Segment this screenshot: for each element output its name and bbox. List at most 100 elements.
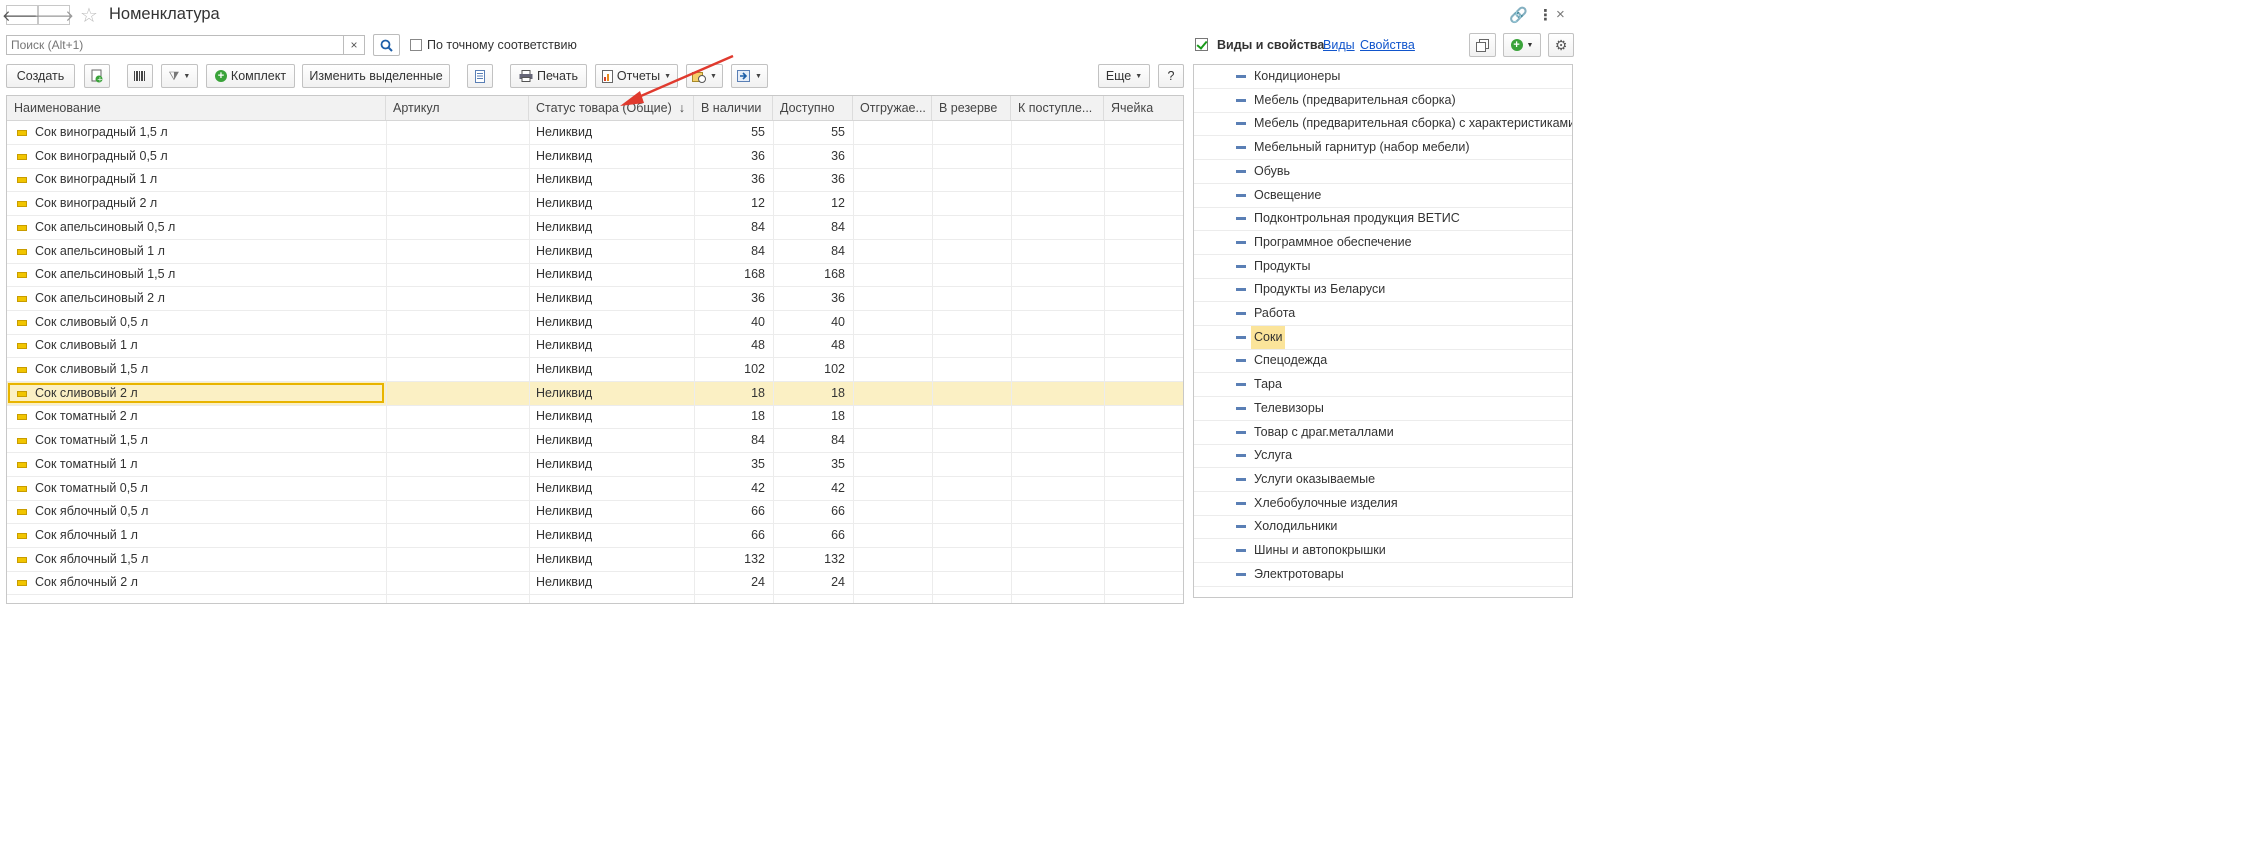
list-item[interactable]: Освещение — [1194, 184, 1572, 208]
cell-status[interactable]: Неликвид — [536, 548, 686, 571]
cell-in-stock[interactable]: 35 — [694, 453, 773, 476]
table-row[interactable]: Сок томатный 1 л Неликвид 35 35 — [7, 453, 1183, 477]
panel-copy-button[interactable] — [1469, 33, 1496, 57]
column-header-reserved[interactable]: В резерве — [932, 96, 1011, 120]
cell-in-stock[interactable]: 168 — [694, 263, 773, 286]
list-item[interactable]: Хлебобулочные изделия — [1194, 492, 1572, 516]
cell-in-stock[interactable]: 102 — [694, 358, 773, 381]
cell-status[interactable]: Неликвид — [536, 216, 686, 239]
cell-in-stock[interactable]: 40 — [694, 311, 773, 334]
cell-available[interactable]: 66 — [773, 524, 853, 547]
cell-status[interactable]: Неликвид — [536, 240, 686, 263]
cell-status[interactable]: Неликвид — [536, 477, 686, 500]
column-header-shipping[interactable]: Отгружае... — [853, 96, 932, 120]
cell-name[interactable]: Сок яблочный 1 л — [35, 524, 380, 547]
table-row[interactable]: Сок сливовый 0,5 л Неликвид 40 40 — [7, 311, 1183, 335]
cell-name[interactable]: Сок виноградный 2 л — [35, 192, 380, 215]
cell-name[interactable]: Сок томатный 1,5 л — [35, 429, 380, 452]
list-item[interactable]: Холодильники — [1194, 515, 1572, 540]
table-row[interactable]: Сок апельсиновый 1 л Неликвид 84 84 — [7, 240, 1183, 264]
cell-available[interactable]: 102 — [773, 358, 853, 381]
help-button[interactable]: ? — [1158, 64, 1184, 88]
table-row[interactable]: Сок томатный 0,5 л Неликвид 42 42 — [7, 477, 1183, 501]
list-item[interactable]: Телевизоры — [1194, 397, 1572, 421]
cell-name[interactable]: Сок сливовый 2 л — [35, 382, 380, 405]
cell-status[interactable]: Неликвид — [536, 121, 686, 144]
cell-name[interactable]: Сок томатный 2 л — [35, 405, 380, 428]
table-row[interactable]: Сок виноградный 0,5 л Неликвид 36 36 — [7, 145, 1183, 169]
cell-in-stock[interactable]: 36 — [694, 168, 773, 191]
cell-in-stock[interactable]: 48 — [694, 334, 773, 357]
list-item[interactable]: Мебель (предварительная сборка) — [1194, 89, 1572, 113]
list-item[interactable]: Мебель (предварительная сборка) с характ… — [1194, 112, 1572, 137]
table-row[interactable]: Сок яблочный 2 л Неликвид 24 24 — [7, 571, 1183, 596]
cell-name[interactable]: Сок томатный 1 л — [35, 453, 380, 476]
exact-match-checkbox[interactable] — [410, 39, 422, 51]
cell-in-stock[interactable]: 132 — [694, 548, 773, 571]
link-icon[interactable]: 🔗 — [1509, 6, 1528, 24]
more-button[interactable]: Еще ▼ — [1098, 64, 1150, 88]
cell-name[interactable]: Сок сливовый 1 л — [35, 334, 380, 357]
list-item[interactable]: Продукты — [1194, 255, 1572, 279]
cell-status[interactable]: Неликвид — [536, 571, 686, 594]
create-based-on-button[interactable]: ▼ — [686, 64, 723, 88]
clear-search-icon[interactable]: × — [343, 36, 364, 54]
list-item[interactable]: Продукты из Беларуси — [1194, 278, 1572, 303]
column-header-cell[interactable]: Ячейка — [1104, 96, 1183, 120]
table-row[interactable]: Сок яблочный 0,5 л Неликвид 66 66 — [7, 500, 1183, 525]
table-row[interactable]: Сок виноградный 1 л Неликвид 36 36 — [7, 168, 1183, 193]
cell-in-stock[interactable]: 42 — [694, 477, 773, 500]
change-selected-button[interactable]: Изменить выделенные — [302, 64, 450, 88]
properties-link[interactable]: Свойства — [1360, 38, 1415, 52]
panel-settings-button[interactable]: ⚙ — [1548, 33, 1574, 57]
cell-name[interactable]: Сок виноградный 0,5 л — [35, 145, 380, 168]
favorite-star-icon[interactable]: ☆ — [80, 3, 98, 28]
list-item[interactable]: Кондиционеры — [1194, 65, 1572, 89]
cell-available[interactable]: 18 — [773, 382, 853, 405]
cell-available[interactable]: 18 — [773, 405, 853, 428]
list-item[interactable]: Подконтрольная продукция ВЕТИС — [1194, 207, 1572, 232]
cell-status[interactable]: Неликвид — [536, 429, 686, 452]
cell-status[interactable]: Неликвид — [536, 358, 686, 381]
search-input[interactable] — [7, 36, 345, 54]
cell-available[interactable]: 168 — [773, 263, 853, 286]
cell-available[interactable]: 36 — [773, 287, 853, 310]
table-row[interactable]: Сок апельсиновый 1,5 л Неликвид 168 168 — [7, 263, 1183, 288]
cell-in-stock[interactable]: 84 — [694, 216, 773, 239]
cell-available[interactable]: 36 — [773, 145, 853, 168]
cell-available[interactable]: 40 — [773, 311, 853, 334]
cell-name[interactable]: Сок апельсиновый 1 л — [35, 240, 380, 263]
close-icon[interactable]: × — [1556, 6, 1565, 23]
cell-status[interactable]: Неликвид — [536, 334, 686, 357]
cell-in-stock[interactable]: 66 — [694, 524, 773, 547]
list-item[interactable]: Электротовары — [1194, 563, 1572, 587]
column-header-name[interactable]: Наименование — [7, 96, 386, 120]
panel-add-button[interactable]: + ▼ — [1503, 33, 1541, 57]
table-row[interactable]: Сок апельсиновый 2 л Неликвид 36 36 — [7, 287, 1183, 311]
cell-in-stock[interactable]: 12 — [694, 192, 773, 215]
cell-available[interactable]: 42 — [773, 477, 853, 500]
cell-name[interactable]: Сок сливовый 1,5 л — [35, 358, 380, 381]
table-row[interactable]: Сок томатный 1,5 л Неликвид 84 84 — [7, 429, 1183, 454]
cell-status[interactable]: Неликвид — [536, 287, 686, 310]
list-item[interactable]: Товар с драг.металлами — [1194, 421, 1572, 445]
cell-available[interactable]: 24 — [773, 571, 853, 594]
cell-available[interactable]: 84 — [773, 429, 853, 452]
cell-available[interactable]: 84 — [773, 240, 853, 263]
search-button[interactable] — [373, 34, 400, 56]
table-row[interactable]: Сок апельсиновый 0,5 л Неликвид 84 84 — [7, 216, 1183, 240]
cell-in-stock[interactable]: 18 — [694, 405, 773, 428]
cell-status[interactable]: Неликвид — [536, 145, 686, 168]
cell-available[interactable]: 84 — [773, 216, 853, 239]
list-button[interactable] — [467, 64, 493, 88]
forward-button[interactable]: 🡒 — [34, 5, 74, 25]
cell-status[interactable]: Неликвид — [536, 192, 686, 215]
column-header-status[interactable]: Статус товара (Общие) ↓ — [529, 96, 694, 120]
print-button[interactable]: Печать — [510, 64, 587, 88]
cell-available[interactable]: 132 — [773, 548, 853, 571]
cell-status[interactable]: Неликвид — [536, 382, 686, 405]
cell-status[interactable]: Неликвид — [536, 311, 686, 334]
cell-in-stock[interactable]: 36 — [694, 287, 773, 310]
more-vertical-icon[interactable]: ⋮ — [1538, 6, 1553, 24]
search-field[interactable]: × — [6, 35, 365, 55]
